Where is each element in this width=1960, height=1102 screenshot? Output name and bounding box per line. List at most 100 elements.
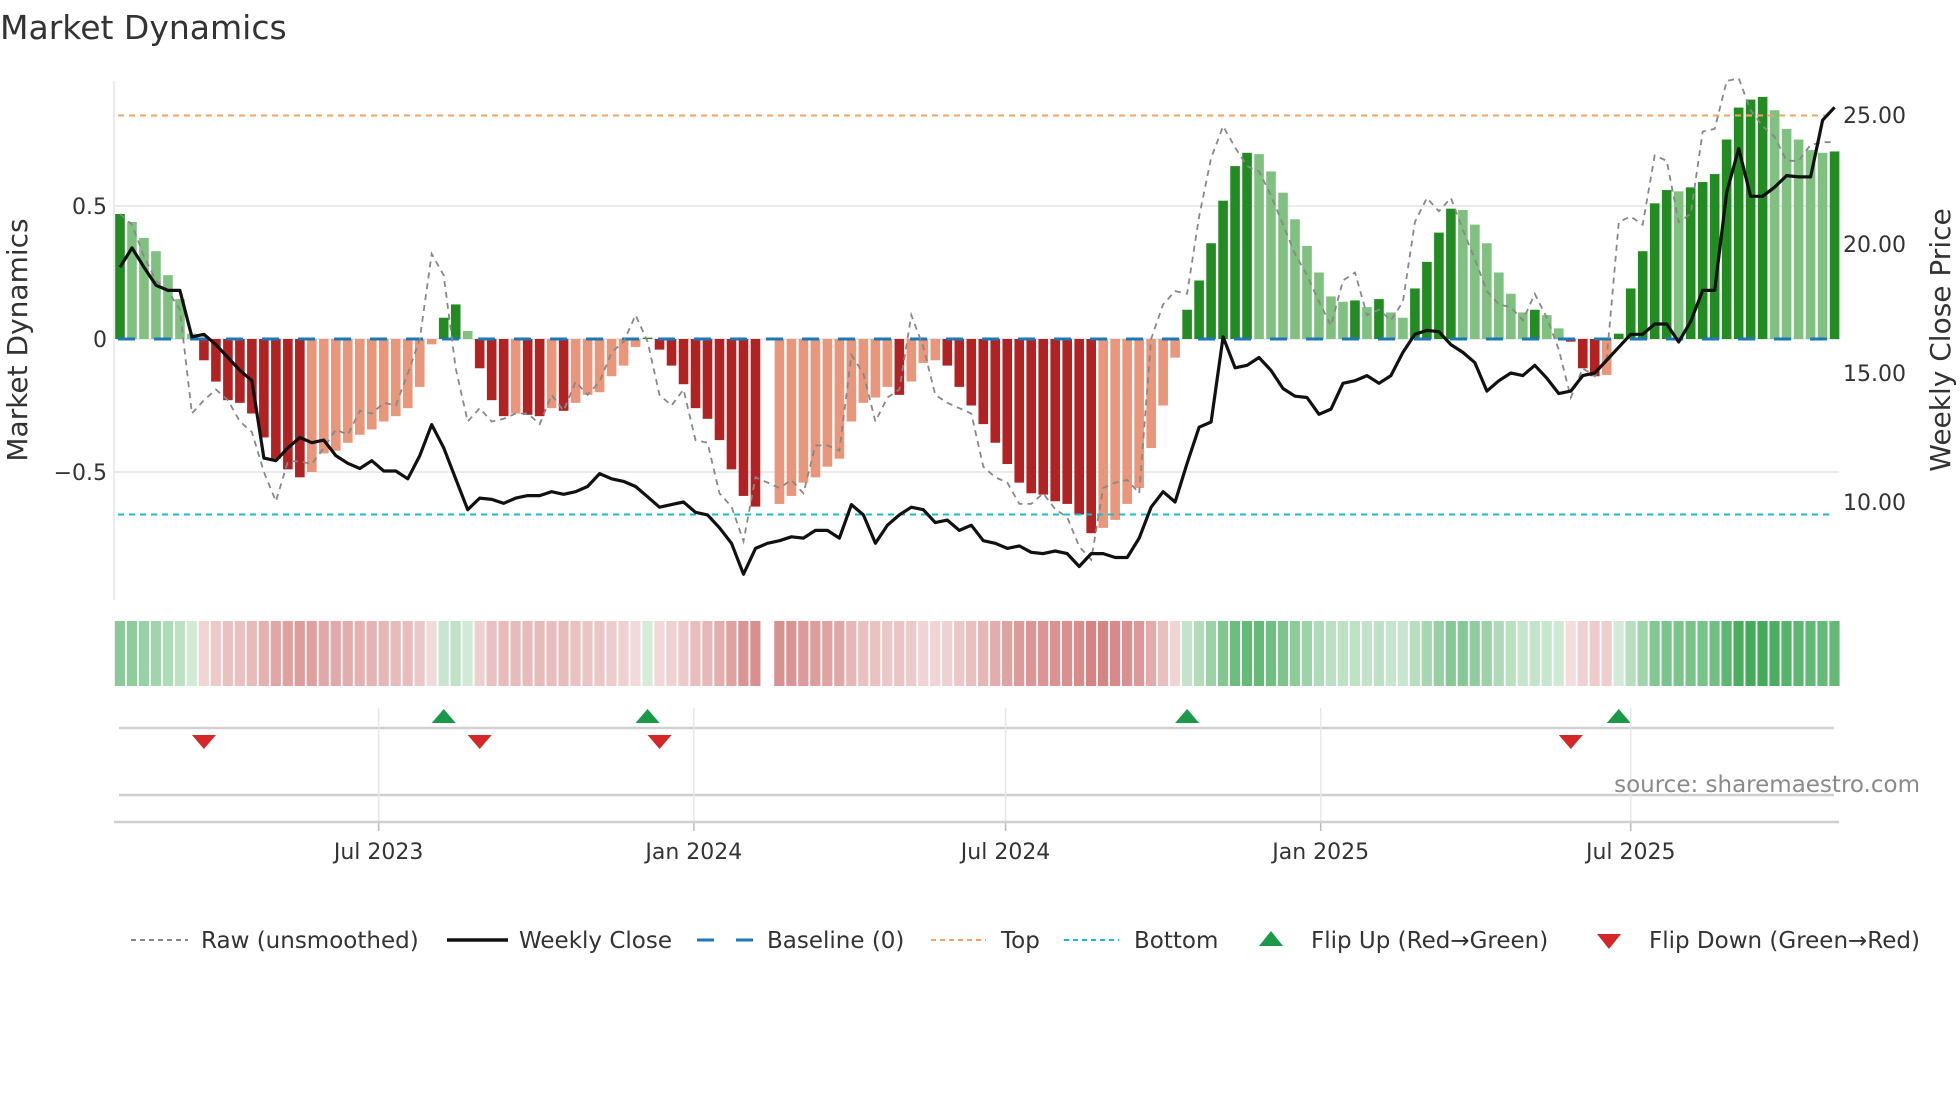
- strip-cell: [1805, 621, 1816, 686]
- bar: [534, 339, 545, 417]
- bar: [1793, 139, 1804, 339]
- strip-cell: [1793, 621, 1804, 686]
- bar: [295, 339, 305, 478]
- strip-cell: [1181, 621, 1193, 686]
- strip-cell: [306, 621, 317, 686]
- strip-cell: [990, 621, 1001, 686]
- strip-cell: [1121, 621, 1133, 686]
- bar: [1302, 245, 1312, 339]
- strip-cell: [258, 621, 269, 686]
- bar: [1697, 182, 1708, 339]
- strip-cell: [1050, 621, 1061, 686]
- strip-cell: [798, 621, 809, 686]
- bar: [151, 251, 161, 339]
- bar: [618, 339, 629, 366]
- bar: [366, 339, 377, 430]
- bar: [1637, 251, 1648, 339]
- bar: [1014, 339, 1025, 483]
- legend-label: Flip Down (Green→Red): [1649, 928, 1920, 954]
- bar: [1098, 339, 1108, 528]
- bar: [546, 339, 557, 409]
- strip-cell: [918, 621, 929, 686]
- strip-cell: [1409, 621, 1420, 686]
- bar: [426, 339, 437, 345]
- bar: [1625, 288, 1636, 339]
- bar: [1446, 208, 1456, 339]
- strip-cell: [1361, 621, 1372, 686]
- strip-cell: [870, 621, 881, 686]
- bar: [702, 339, 713, 419]
- strip-cell: [822, 621, 833, 686]
- strip-cell: [1253, 621, 1265, 686]
- bar: [510, 339, 521, 414]
- bar: [966, 339, 977, 406]
- bar: [1062, 339, 1073, 504]
- bar: [1290, 219, 1300, 339]
- legend-label: Baseline (0): [767, 928, 904, 954]
- strip-cell: [1781, 621, 1792, 686]
- strip-cell: [954, 621, 965, 686]
- bar: [199, 339, 209, 361]
- flip-down-marker: [467, 735, 492, 749]
- strip-cell: [126, 621, 137, 686]
- strip-cell: [570, 621, 581, 686]
- reference-lines: [118, 114, 1834, 516]
- y-right-tick-label: 25.00: [1843, 104, 1906, 129]
- strip-cell: [1565, 621, 1576, 686]
- strip-cell: [486, 621, 497, 686]
- bar: [882, 339, 893, 387]
- bar: [1554, 328, 1564, 339]
- strip-cell: [810, 621, 821, 686]
- strip-cell: [1169, 621, 1181, 686]
- bar: [1398, 317, 1408, 339]
- strip-cell: [1505, 621, 1516, 686]
- bar: [798, 339, 809, 483]
- bars: [115, 96, 1840, 534]
- bar: [714, 339, 725, 441]
- strip-cell: [474, 621, 485, 686]
- bar: [1817, 152, 1828, 339]
- bar: [1134, 339, 1144, 488]
- strip-cell: [534, 621, 545, 686]
- bar: [1338, 301, 1348, 339]
- strip-cell: [1745, 621, 1756, 686]
- y-tick-label: 0.5: [72, 195, 107, 220]
- strip-cell: [582, 621, 593, 686]
- bar: [127, 221, 137, 339]
- bar: [1470, 224, 1480, 339]
- bar: [750, 339, 761, 507]
- x-tick-label: Jan 2025: [1270, 840, 1369, 865]
- strip-cell: [1229, 621, 1241, 686]
- legend-flip-down-icon: [1597, 934, 1621, 949]
- strip-cell: [1373, 621, 1384, 686]
- strip-cell: [1661, 621, 1672, 686]
- strip-cell: [1397, 621, 1408, 686]
- bar: [498, 339, 509, 417]
- strip-cell: [1217, 621, 1229, 686]
- bar: [1721, 139, 1732, 339]
- strip-cell: [1577, 621, 1588, 686]
- strip-cell: [1541, 621, 1552, 686]
- bar: [1242, 152, 1252, 339]
- flip-down-marker: [191, 735, 216, 749]
- strip-cell: [354, 621, 365, 686]
- bar: [1110, 339, 1120, 520]
- strip-cell: [450, 621, 461, 686]
- strip-cell: [834, 621, 845, 686]
- strip-cell: [1026, 621, 1037, 686]
- strip-cell: [1829, 621, 1840, 686]
- legend-label: Raw (unsmoothed): [201, 928, 419, 954]
- strip-cell: [198, 621, 209, 686]
- strip-cell: [942, 621, 953, 686]
- bar: [1218, 200, 1228, 339]
- strip-cell: [1721, 621, 1732, 686]
- strip-cell: [1145, 621, 1157, 686]
- bar: [1158, 339, 1168, 406]
- strip-cell: [1553, 621, 1564, 686]
- strip-cell: [558, 621, 569, 686]
- strip-cell: [858, 621, 869, 686]
- legend-label: Weekly Close: [519, 928, 672, 954]
- strip-cell: [1265, 621, 1277, 686]
- strip-cell: [1589, 621, 1600, 686]
- flip-down-marker: [647, 735, 672, 749]
